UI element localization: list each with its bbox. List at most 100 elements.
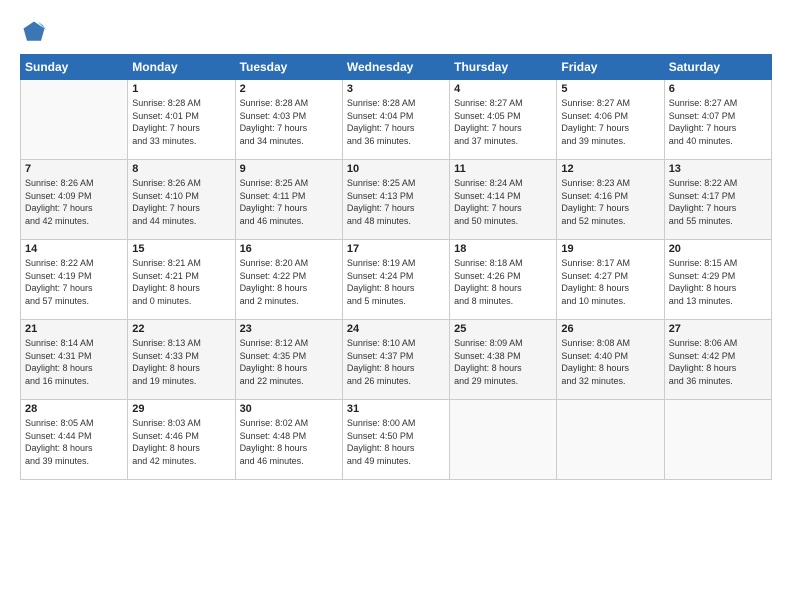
cell-content: Sunrise: 8:02 AM Sunset: 4:48 PM Dayligh… — [240, 417, 338, 467]
week-row-5: 28 Sunrise: 8:05 AM Sunset: 4:44 PM Dayli… — [21, 400, 772, 480]
day-number: 13 — [669, 163, 767, 175]
cell-content: Sunrise: 8:26 AM Sunset: 4:10 PM Dayligh… — [132, 177, 230, 227]
calendar-cell: 17Sunrise: 8:19 AM Sunset: 4:24 PM Dayli… — [342, 240, 449, 320]
calendar-cell: 13 Sunrise: 8:22 AM Sunset: 4:17 PM Dayli… — [664, 160, 771, 240]
col-header-monday: Monday — [128, 55, 235, 80]
day-number: 5 — [561, 83, 659, 95]
calendar-cell: 14 Sunrise: 8:22 AM Sunset: 4:19 PM Dayli… — [21, 240, 128, 320]
cell-content: Sunrise: 8:27 AM Sunset: 4:05 PM Dayligh… — [454, 97, 552, 147]
day-number: 1 — [132, 83, 230, 95]
calendar-cell: 6 Sunrise: 8:27 AM Sunset: 4:07 PM Daylig… — [664, 80, 771, 160]
day-number: 4 — [454, 83, 552, 95]
cell-content: Sunrise: 8:24 AM Sunset: 4:14 PM Dayligh… — [454, 177, 552, 227]
day-number: 31 — [347, 403, 445, 415]
calendar-cell: 29 Sunrise: 8:03 AM Sunset: 4:46 PM Dayli… — [128, 400, 235, 480]
calendar-page: SundayMondayTuesdayWednesdayThursdayFrid… — [0, 0, 792, 490]
calendar-cell: 24 Sunrise: 8:10 AM Sunset: 4:37 PM Dayli… — [342, 320, 449, 400]
calendar-cell: 1 Sunrise: 8:28 AM Sunset: 4:01 PM Daylig… — [128, 80, 235, 160]
calendar-cell: 11Sunrise: 8:24 AM Sunset: 4:14 PM Dayli… — [450, 160, 557, 240]
day-number: 10 — [347, 163, 445, 175]
day-number: 30 — [240, 403, 338, 415]
cell-content: Sunrise: 8:28 AM Sunset: 4:01 PM Dayligh… — [132, 97, 230, 147]
calendar-cell: 25 Sunrise: 8:09 AM Sunset: 4:38 PM Dayli… — [450, 320, 557, 400]
calendar-cell: 12 Sunrise: 8:23 AM Sunset: 4:16 PM Dayli… — [557, 160, 664, 240]
calendar-cell: 20 Sunrise: 8:15 AM Sunset: 4:29 PM Dayli… — [664, 240, 771, 320]
cell-content: Sunrise: 8:06 AM Sunset: 4:42 PM Dayligh… — [669, 337, 767, 387]
week-row-2: 7 Sunrise: 8:26 AM Sunset: 4:09 PM Daylig… — [21, 160, 772, 240]
cell-content: Sunrise: 8:20 AM Sunset: 4:22 PM Dayligh… — [240, 257, 338, 307]
day-number: 2 — [240, 83, 338, 95]
cell-content: Sunrise: 8:23 AM Sunset: 4:16 PM Dayligh… — [561, 177, 659, 227]
cell-content: Sunrise: 8:08 AM Sunset: 4:40 PM Dayligh… — [561, 337, 659, 387]
day-number: 14 — [25, 243, 123, 255]
col-header-saturday: Saturday — [664, 55, 771, 80]
cell-content: Sunrise: 8:19 AM Sunset: 4:24 PM Dayligh… — [347, 257, 445, 307]
day-number: 19 — [561, 243, 659, 255]
day-number: 6 — [669, 83, 767, 95]
cell-content: Sunrise: 8:12 AM Sunset: 4:35 PM Dayligh… — [240, 337, 338, 387]
calendar-cell: 31Sunrise: 8:00 AM Sunset: 4:50 PM Dayli… — [342, 400, 449, 480]
calendar-cell — [664, 400, 771, 480]
cell-content: Sunrise: 8:09 AM Sunset: 4:38 PM Dayligh… — [454, 337, 552, 387]
cell-content: Sunrise: 8:05 AM Sunset: 4:44 PM Dayligh… — [25, 417, 123, 467]
cell-content: Sunrise: 8:22 AM Sunset: 4:17 PM Dayligh… — [669, 177, 767, 227]
cell-content: Sunrise: 8:10 AM Sunset: 4:37 PM Dayligh… — [347, 337, 445, 387]
cell-content: Sunrise: 8:25 AM Sunset: 4:13 PM Dayligh… — [347, 177, 445, 227]
calendar-cell: 10 Sunrise: 8:25 AM Sunset: 4:13 PM Dayli… — [342, 160, 449, 240]
calendar-cell: 15 Sunrise: 8:21 AM Sunset: 4:21 PM Dayli… — [128, 240, 235, 320]
day-number: 16 — [240, 243, 338, 255]
col-header-thursday: Thursday — [450, 55, 557, 80]
day-number: 8 — [132, 163, 230, 175]
week-row-3: 14 Sunrise: 8:22 AM Sunset: 4:19 PM Dayli… — [21, 240, 772, 320]
day-number: 28 — [25, 403, 123, 415]
day-number: 22 — [132, 323, 230, 335]
cell-content: Sunrise: 8:27 AM Sunset: 4:07 PM Dayligh… — [669, 97, 767, 147]
col-header-friday: Friday — [557, 55, 664, 80]
day-number: 7 — [25, 163, 123, 175]
header-row: SundayMondayTuesdayWednesdayThursdayFrid… — [21, 55, 772, 80]
day-number: 20 — [669, 243, 767, 255]
calendar-cell: 9 Sunrise: 8:25 AM Sunset: 4:11 PM Daylig… — [235, 160, 342, 240]
day-number: 26 — [561, 323, 659, 335]
header — [20, 18, 772, 46]
calendar-cell: 21Sunrise: 8:14 AM Sunset: 4:31 PM Dayli… — [21, 320, 128, 400]
logo-icon — [20, 18, 48, 46]
cell-content: Sunrise: 8:21 AM Sunset: 4:21 PM Dayligh… — [132, 257, 230, 307]
cell-content: Sunrise: 8:26 AM Sunset: 4:09 PM Dayligh… — [25, 177, 123, 227]
calendar-cell: 26 Sunrise: 8:08 AM Sunset: 4:40 PM Dayli… — [557, 320, 664, 400]
calendar-cell: 27 Sunrise: 8:06 AM Sunset: 4:42 PM Dayli… — [664, 320, 771, 400]
calendar-cell: 16 Sunrise: 8:20 AM Sunset: 4:22 PM Dayli… — [235, 240, 342, 320]
calendar-cell: 4 Sunrise: 8:27 AM Sunset: 4:05 PM Daylig… — [450, 80, 557, 160]
calendar-cell: 2Sunrise: 8:28 AM Sunset: 4:03 PM Daylig… — [235, 80, 342, 160]
cell-content: Sunrise: 8:15 AM Sunset: 4:29 PM Dayligh… — [669, 257, 767, 307]
week-row-4: 21Sunrise: 8:14 AM Sunset: 4:31 PM Dayli… — [21, 320, 772, 400]
day-number: 25 — [454, 323, 552, 335]
calendar-cell: 8 Sunrise: 8:26 AM Sunset: 4:10 PM Daylig… — [128, 160, 235, 240]
day-number: 29 — [132, 403, 230, 415]
day-number: 9 — [240, 163, 338, 175]
calendar-cell: 30 Sunrise: 8:02 AM Sunset: 4:48 PM Dayli… — [235, 400, 342, 480]
cell-content: Sunrise: 8:22 AM Sunset: 4:19 PM Dayligh… — [25, 257, 123, 307]
day-number: 24 — [347, 323, 445, 335]
col-header-tuesday: Tuesday — [235, 55, 342, 80]
col-header-sunday: Sunday — [21, 55, 128, 80]
cell-content: Sunrise: 8:27 AM Sunset: 4:06 PM Dayligh… — [561, 97, 659, 147]
cell-content: Sunrise: 8:25 AM Sunset: 4:11 PM Dayligh… — [240, 177, 338, 227]
cell-content: Sunrise: 8:03 AM Sunset: 4:46 PM Dayligh… — [132, 417, 230, 467]
cell-content: Sunrise: 8:28 AM Sunset: 4:04 PM Dayligh… — [347, 97, 445, 147]
day-number: 15 — [132, 243, 230, 255]
day-number: 3 — [347, 83, 445, 95]
cell-content: Sunrise: 8:18 AM Sunset: 4:26 PM Dayligh… — [454, 257, 552, 307]
cell-content: Sunrise: 8:17 AM Sunset: 4:27 PM Dayligh… — [561, 257, 659, 307]
calendar-cell — [557, 400, 664, 480]
week-row-1: 1 Sunrise: 8:28 AM Sunset: 4:01 PM Daylig… — [21, 80, 772, 160]
logo — [20, 18, 52, 46]
calendar-cell — [21, 80, 128, 160]
calendar-cell: 18Sunrise: 8:18 AM Sunset: 4:26 PM Dayli… — [450, 240, 557, 320]
day-number: 27 — [669, 323, 767, 335]
day-number: 23 — [240, 323, 338, 335]
day-number: 12 — [561, 163, 659, 175]
calendar-cell: 3 Sunrise: 8:28 AM Sunset: 4:04 PM Daylig… — [342, 80, 449, 160]
calendar-cell: 7 Sunrise: 8:26 AM Sunset: 4:09 PM Daylig… — [21, 160, 128, 240]
calendar-cell: 5 Sunrise: 8:27 AM Sunset: 4:06 PM Daylig… — [557, 80, 664, 160]
